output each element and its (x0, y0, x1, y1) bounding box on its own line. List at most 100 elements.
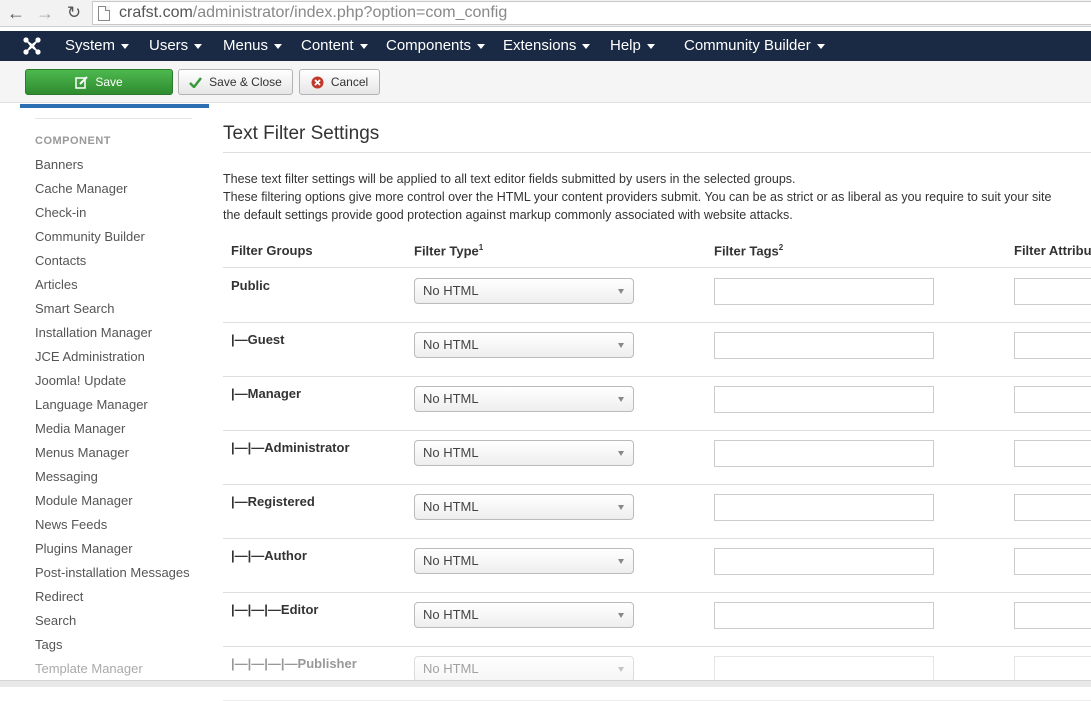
dropdown-arrow-icon (618, 289, 624, 294)
group-name: |—|—|—|—Publisher (231, 656, 357, 671)
menu-menus-label: Menus (223, 37, 269, 54)
sidebar-item-check-in[interactable]: Check-in (35, 205, 86, 220)
footnote-marker: 2 (778, 243, 784, 252)
joomla-icon[interactable] (22, 36, 42, 56)
save-button[interactable]: Save (25, 69, 173, 95)
group-name: |—Manager (231, 386, 302, 401)
description-line-3: the default settings provide good protec… (223, 208, 793, 222)
filter-type-select[interactable]: No HTML (414, 656, 634, 682)
sidebar-item-banners[interactable]: Banners (35, 157, 83, 172)
filter-type-select[interactable]: No HTML (414, 602, 634, 628)
menu-help[interactable]: Help (610, 31, 655, 61)
group-name: Public (231, 278, 271, 293)
footnote-marker: 1 (478, 243, 484, 252)
sidebar-item-plugins-manager[interactable]: Plugins Manager (35, 541, 133, 556)
menu-components-label: Components (386, 37, 472, 54)
forward-arrow-icon[interactable]: → (34, 3, 56, 23)
filter-type-label: Filter Type (414, 243, 479, 259)
caret-down-icon (274, 43, 283, 49)
menu-community-builder[interactable]: Community Builder (684, 31, 825, 61)
filter-type-select[interactable]: No HTML (414, 494, 634, 520)
caret-down-icon (477, 43, 486, 49)
filter-type-select[interactable]: No HTML (414, 386, 634, 412)
dropdown-arrow-icon (618, 667, 624, 672)
filter-attributes-input[interactable] (1014, 494, 1091, 521)
header-divider (223, 267, 1091, 268)
back-arrow-icon[interactable]: ← (5, 3, 27, 23)
filter-tags-input[interactable] (714, 494, 934, 521)
column-header-filter-attributes: Filter Attribu (1014, 243, 1091, 258)
filter-type-select[interactable]: No HTML (414, 332, 634, 358)
table-row: |—|—|—Editor No HTML (223, 593, 1091, 647)
dropdown-arrow-icon (618, 451, 624, 456)
sidebar-item-community-builder[interactable]: Community Builder (35, 229, 145, 244)
sidebar-item-module-manager[interactable]: Module Manager (35, 493, 133, 508)
url-host: crafst.com (119, 4, 193, 21)
dropdown-arrow-icon (618, 559, 624, 564)
sidebar-item-cache-manager[interactable]: Cache Manager (35, 181, 128, 196)
sidebar-item-media-manager[interactable]: Media Manager (35, 421, 125, 436)
sidebar-item-jce-administration[interactable]: JCE Administration (35, 349, 145, 364)
address-bar[interactable]: crafst.com/administrator/index.php?optio… (92, 1, 1091, 25)
filter-attributes-input[interactable] (1014, 656, 1091, 683)
table-row: |—Guest No HTML (223, 323, 1091, 377)
menu-system[interactable]: System (65, 31, 130, 61)
menu-content[interactable]: Content (301, 31, 368, 61)
filter-type-select[interactable]: No HTML (414, 548, 634, 574)
filter-tags-input[interactable] (714, 278, 934, 305)
sidebar-item-post-installation-messages[interactable]: Post-installation Messages (35, 565, 190, 580)
sidebar-item-language-manager[interactable]: Language Manager (35, 397, 148, 412)
filter-attributes-input[interactable] (1014, 386, 1091, 413)
filter-tags-input[interactable] (714, 440, 934, 467)
group-name: |—Registered (231, 494, 315, 509)
filter-type-value: No HTML (423, 607, 479, 622)
filter-attributes-input[interactable] (1014, 440, 1091, 467)
sidebar-item-articles[interactable]: Articles (35, 277, 78, 292)
filter-type-select[interactable]: No HTML (414, 278, 634, 304)
cancel-button[interactable]: Cancel (299, 69, 380, 95)
sidebar-item-search[interactable]: Search (35, 613, 76, 628)
sidebar-item-smart-search[interactable]: Smart Search (35, 301, 114, 316)
sidebar-heading: COMPONENT (35, 135, 111, 147)
menu-users[interactable]: Users (149, 31, 203, 61)
sidebar-item-news-feeds[interactable]: News Feeds (35, 517, 107, 532)
save-close-button[interactable]: Save & Close (178, 69, 293, 95)
filter-tags-input[interactable] (714, 602, 934, 629)
cancel-icon (311, 76, 324, 89)
menu-help-label: Help (610, 37, 641, 54)
sidebar-item-installation-manager[interactable]: Installation Manager (35, 325, 152, 340)
filter-attributes-input[interactable] (1014, 278, 1091, 305)
menu-menus[interactable]: Menus (223, 31, 283, 61)
sidebar-item-template-manager[interactable]: Template Manager (35, 661, 143, 676)
filter-attributes-input[interactable] (1014, 332, 1091, 359)
filter-tags-input[interactable] (714, 386, 934, 413)
sidebar-item-menus-manager[interactable]: Menus Manager (35, 445, 129, 460)
sidebar-item-redirect[interactable]: Redirect (35, 589, 83, 604)
description-line-2: These filtering options give more contro… (223, 190, 1052, 204)
table-row: |—Registered No HTML (223, 485, 1091, 539)
filter-attributes-label: Filter Attribu (1014, 243, 1091, 258)
filter-groups-label: Filter Groups (231, 243, 313, 258)
dropdown-arrow-icon (618, 505, 624, 510)
url-text[interactable]: crafst.com/administrator/index.php?optio… (119, 4, 507, 22)
sidebar-divider (35, 118, 192, 119)
filter-type-value: No HTML (423, 445, 479, 460)
filter-type-value: No HTML (423, 391, 479, 406)
sidebar-item-contacts[interactable]: Contacts (35, 253, 86, 268)
sidebar-item-messaging[interactable]: Messaging (35, 469, 98, 484)
group-name: |—Guest (231, 332, 285, 347)
sidebar-item-joomla-update[interactable]: Joomla! Update (35, 373, 126, 388)
filter-attributes-input[interactable] (1014, 602, 1091, 629)
reload-icon[interactable]: ↻ (63, 3, 85, 23)
menu-components[interactable]: Components (386, 31, 486, 61)
filter-type-select[interactable]: No HTML (414, 440, 634, 466)
menu-extensions[interactable]: Extensions (503, 31, 591, 61)
filter-tags-input[interactable] (714, 548, 934, 575)
filter-tags-input[interactable] (714, 332, 934, 359)
filter-tags-input[interactable] (714, 656, 934, 683)
caret-down-icon (816, 43, 825, 49)
filter-attributes-input[interactable] (1014, 548, 1091, 575)
sidebar-item-tags[interactable]: Tags (35, 637, 62, 652)
admin-menu-bar: System Users Menus Content Components Ex… (0, 31, 1091, 61)
filter-type-value: No HTML (423, 553, 479, 568)
